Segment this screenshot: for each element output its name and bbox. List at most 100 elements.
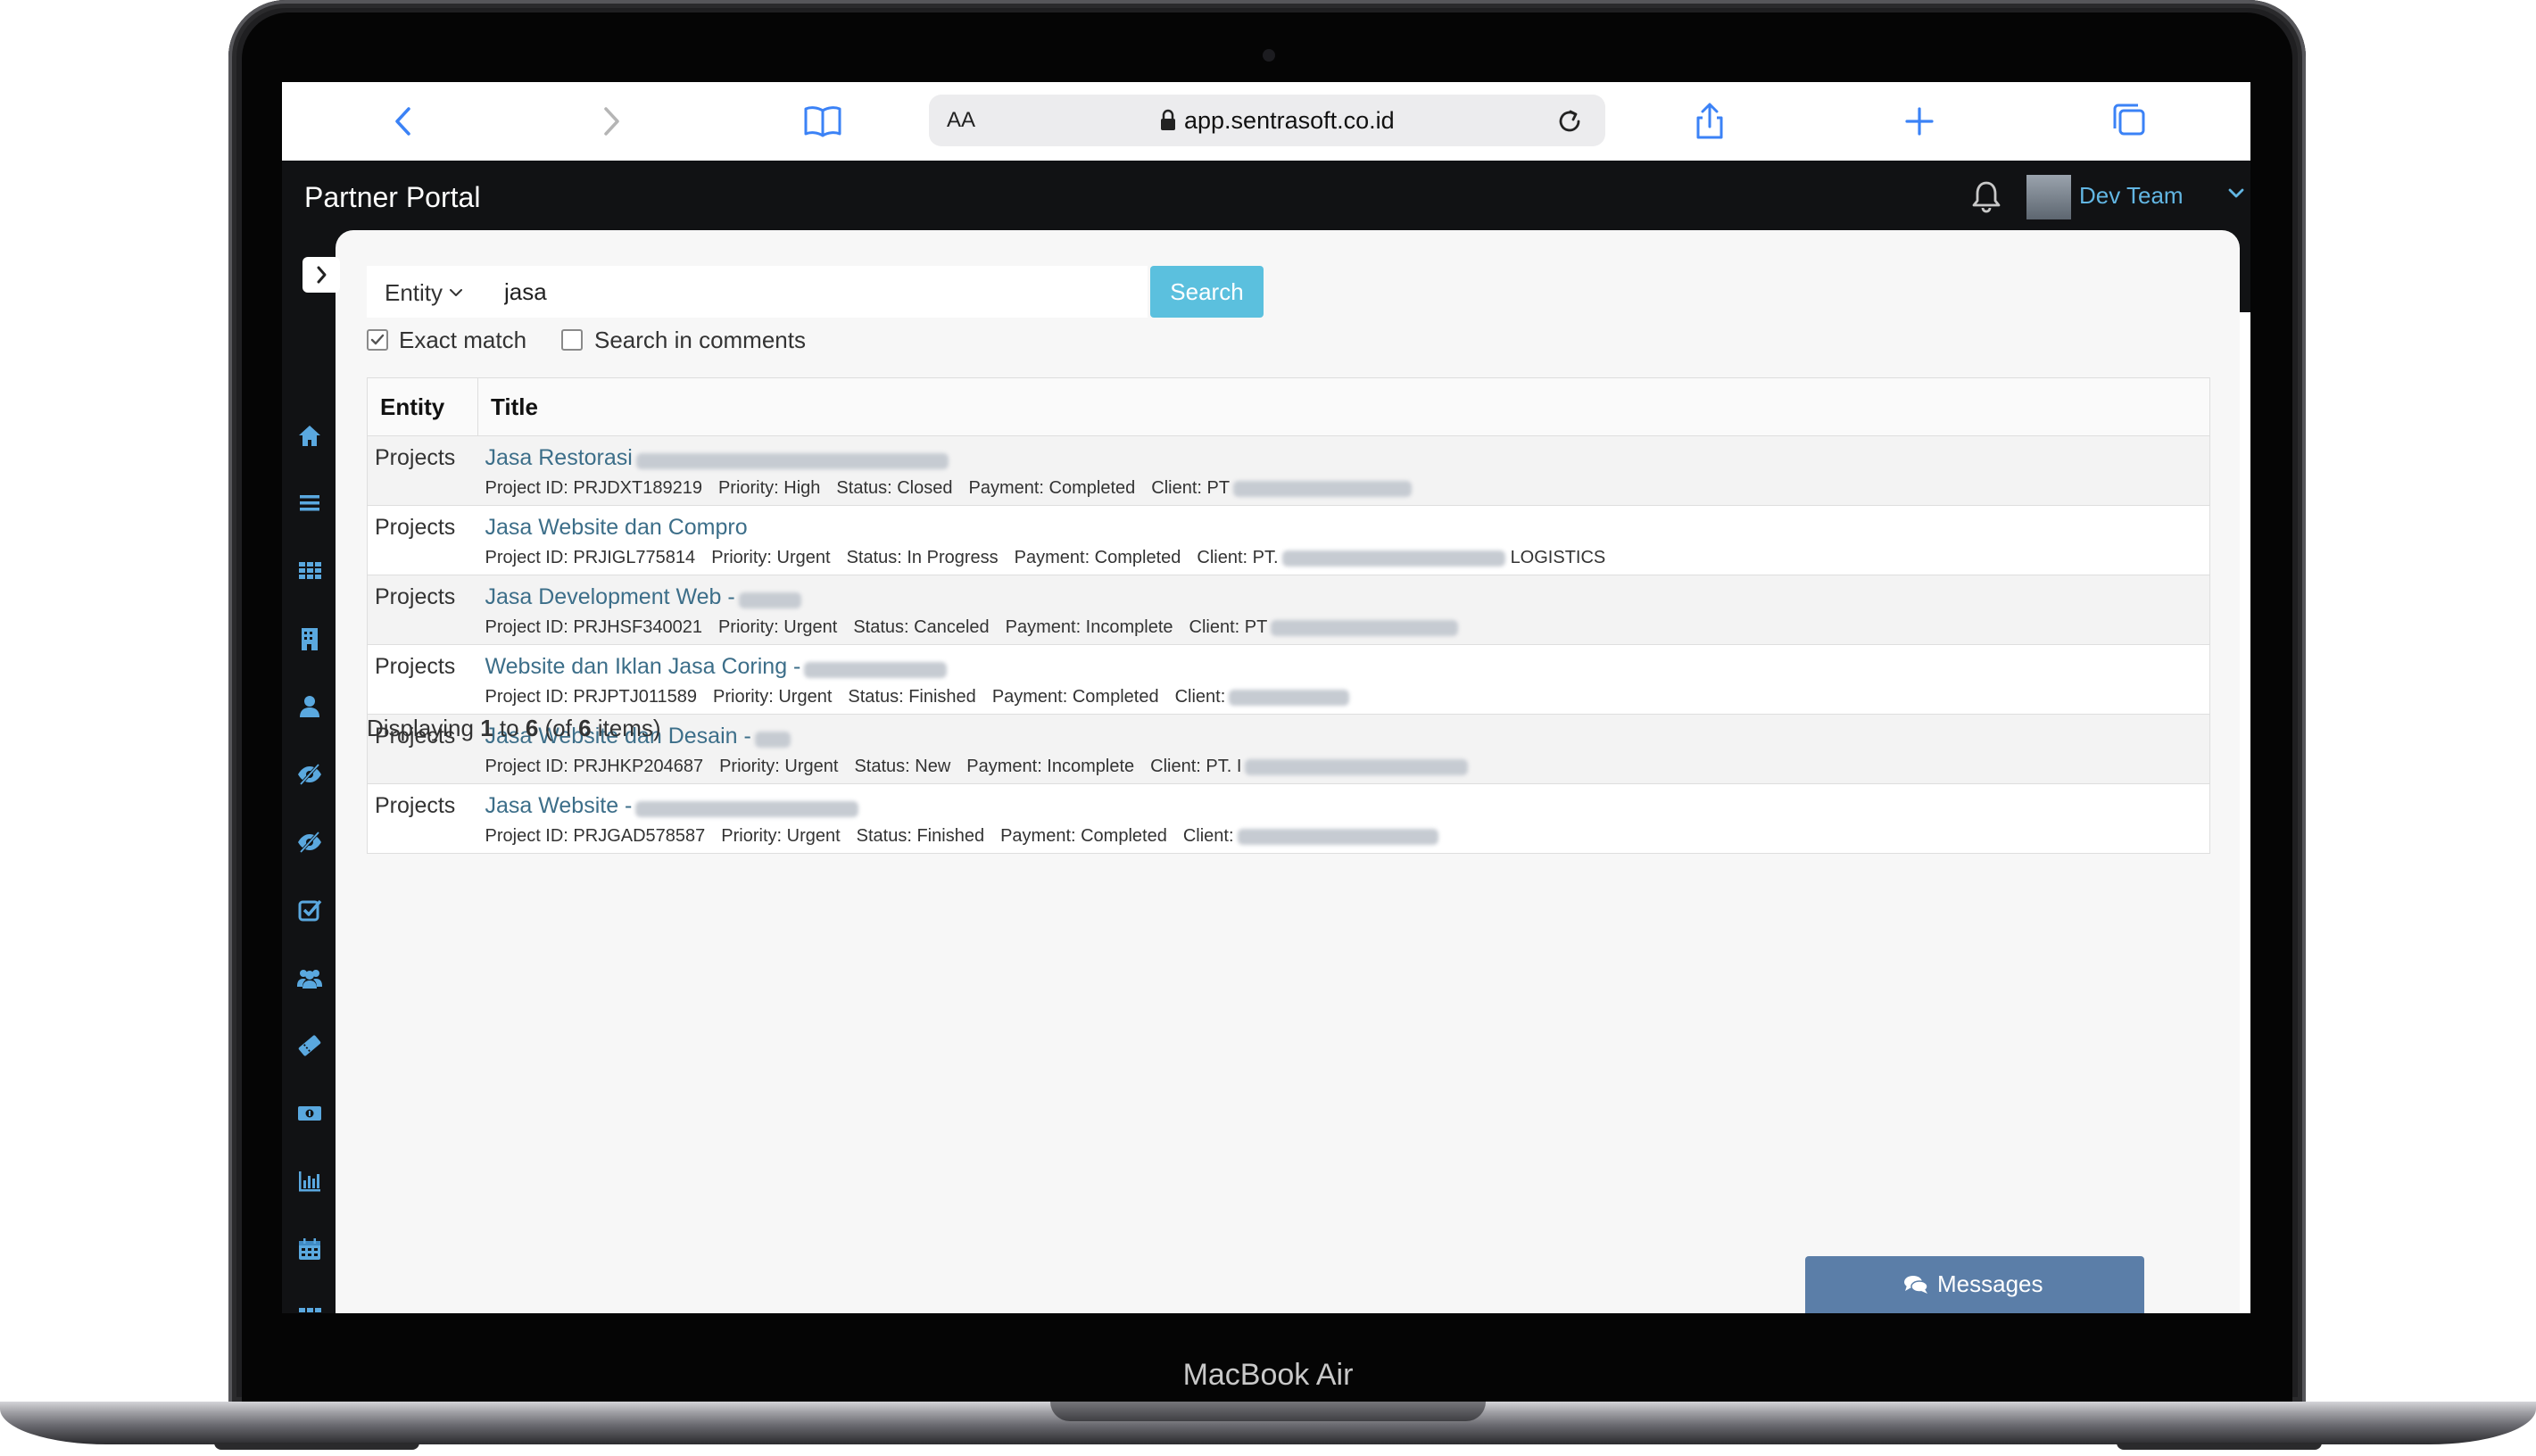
user-icon[interactable] (296, 693, 323, 720)
ticket-icon[interactable] (296, 1032, 323, 1059)
users-icon[interactable] (296, 964, 323, 991)
lock-icon (1161, 109, 1175, 130)
sidebar (282, 312, 337, 1313)
bar-chart-icon[interactable] (296, 1168, 323, 1195)
client: Client: (1182, 826, 1234, 846)
tabs-icon[interactable] (2108, 100, 2151, 143)
entity-dropdown[interactable]: Entity (367, 266, 485, 318)
apps-grid-icon[interactable] (296, 1303, 323, 1313)
reader-aa-button[interactable]: AA (947, 108, 975, 133)
screen: AA app.sentrasoft.co.id Partner Portal D… (282, 82, 2250, 1313)
title-column-header: Title (477, 377, 2210, 436)
exact-match-label[interactable]: Exact match (399, 327, 526, 354)
reload-icon[interactable] (1554, 105, 1586, 137)
row-meta: Project ID: PRJGAD578587 Priority: Urgent… (485, 826, 2203, 847)
table-row[interactable]: Projects Jasa Website dan Compro Project… (367, 505, 2210, 575)
home-icon[interactable] (296, 422, 323, 449)
search-button[interactable]: Search (1150, 266, 1264, 318)
priority: Priority: Urgent (711, 548, 831, 567)
row-meta: Project ID: PRJDXT189219 Priority: High St… (485, 478, 2203, 499)
result-title-link[interactable]: Website dan Iklan Jasa Coring - (485, 654, 801, 679)
priority: Priority: Urgent (713, 687, 833, 707)
redacted-text (1281, 550, 1505, 567)
status: Status: Finished (848, 687, 976, 707)
new-tab-icon[interactable] (1898, 100, 1941, 143)
page-title: Partner Portal (304, 181, 481, 213)
results-table: Entity Title Projects Jasa Restorasi Pro… (367, 377, 2210, 854)
redacted-text (1237, 828, 1438, 845)
table-row[interactable]: Projects Website dan Iklan Jasa Coring -… (367, 644, 2210, 715)
table-row[interactable]: Projects Jasa Development Web - Project … (367, 575, 2210, 645)
client: Client: PT. I (1150, 757, 1242, 776)
redacted-text (1229, 689, 1350, 706)
client: Client: (1174, 687, 1226, 707)
eye-slash-icon[interactable] (296, 761, 323, 788)
redacted-text (1233, 480, 1413, 497)
redacted-text (635, 452, 949, 469)
bell-icon[interactable] (1971, 178, 2001, 214)
share-icon[interactable] (1688, 100, 1731, 143)
grid-icon[interactable] (296, 558, 323, 584)
chat-icon (1904, 1276, 1928, 1294)
url-field[interactable]: AA app.sentrasoft.co.id (929, 95, 1605, 146)
laptop-foot (2117, 1443, 2322, 1450)
redacted-text (754, 731, 791, 748)
project-id: Project ID: PRJIGL775814 (485, 548, 696, 567)
main-content: Entity Search Exact match Search in comm… (336, 230, 2240, 1313)
bookmarks-icon[interactable] (801, 100, 844, 143)
menu-icon[interactable] (296, 490, 323, 517)
pagination-from: 1 (480, 715, 493, 741)
row-entity: Projects (367, 783, 478, 854)
pagination-to-word: to (499, 715, 519, 741)
payment: Payment: Incomplete (966, 757, 1135, 776)
row-entity: Projects (367, 505, 478, 575)
chevron-right-icon (317, 266, 327, 284)
building-icon[interactable] (296, 625, 323, 652)
search-in-comments-label[interactable]: Search in comments (594, 327, 806, 354)
status: Status: Canceled (853, 617, 990, 637)
messages-button[interactable]: Messages (1805, 1256, 2144, 1313)
calendar-icon[interactable] (296, 1236, 323, 1262)
result-title-link[interactable]: Jasa Development Web - (485, 584, 735, 609)
row-meta: Project ID: PRJHKP204687 Priority: Urgent… (485, 757, 2203, 777)
pagination-summary: Displaying 1 to 6 (of 6 items) (367, 715, 661, 742)
priority: Priority: Urgent (717, 617, 838, 637)
result-title-link[interactable]: Jasa Website dan Compro (485, 515, 748, 540)
result-title-link[interactable]: Jasa Restorasi (485, 445, 633, 470)
money-icon[interactable] (296, 1100, 323, 1127)
sidebar-toggle-button[interactable] (302, 257, 340, 293)
payment: Payment: Completed (968, 478, 1136, 498)
pagination-items: items) (597, 715, 661, 741)
forward-icon[interactable] (590, 100, 633, 143)
pagination-total: 6 (578, 715, 592, 741)
client-suffix: LOGISTICS (1510, 548, 1606, 567)
project-id: Project ID: PRJGAD578587 (485, 826, 706, 846)
priority: Priority: High (717, 478, 821, 498)
result-title-link[interactable]: Jasa Website - (485, 793, 633, 818)
eye-slash-icon[interactable] (296, 829, 323, 856)
row-entity: Projects (367, 644, 478, 715)
status: Status: Closed (836, 478, 953, 498)
row-title-cell: Jasa Restorasi Project ID: PRJDXT189219 P… (477, 435, 2210, 506)
avatar[interactable] (2026, 175, 2071, 219)
laptop-foot (214, 1443, 419, 1450)
row-meta: Project ID: PRJHSF340021 Priority: Urgent… (485, 617, 2203, 638)
table-row[interactable]: Projects Jasa Website - Project ID: PRJG… (367, 783, 2210, 854)
url-text: app.sentrasoft.co.id (1184, 107, 1395, 134)
exact-match-checkbox[interactable] (367, 329, 388, 351)
chevron-down-icon[interactable] (2227, 187, 2245, 200)
check-square-icon[interactable] (296, 897, 323, 923)
search-input[interactable] (485, 266, 1148, 318)
table-row[interactable]: Projects Jasa Restorasi Project ID: PRJD… (367, 435, 2210, 506)
user-name[interactable]: Dev Team (2079, 182, 2184, 210)
row-title-cell: Jasa Website dan Desain - Project ID: PR… (477, 714, 2210, 784)
search-in-comments-checkbox[interactable] (561, 329, 583, 351)
project-id: Project ID: PRJHKP204687 (485, 757, 704, 776)
payment: Payment: Completed (1014, 548, 1181, 567)
project-id: Project ID: PRJHSF340021 (485, 617, 702, 637)
status: Status: New (854, 757, 951, 776)
priority: Priority: Urgent (721, 826, 841, 846)
row-title-cell: Website dan Iklan Jasa Coring - Project … (477, 644, 2210, 715)
back-icon[interactable] (382, 100, 425, 143)
checkmark-icon (370, 334, 385, 345)
